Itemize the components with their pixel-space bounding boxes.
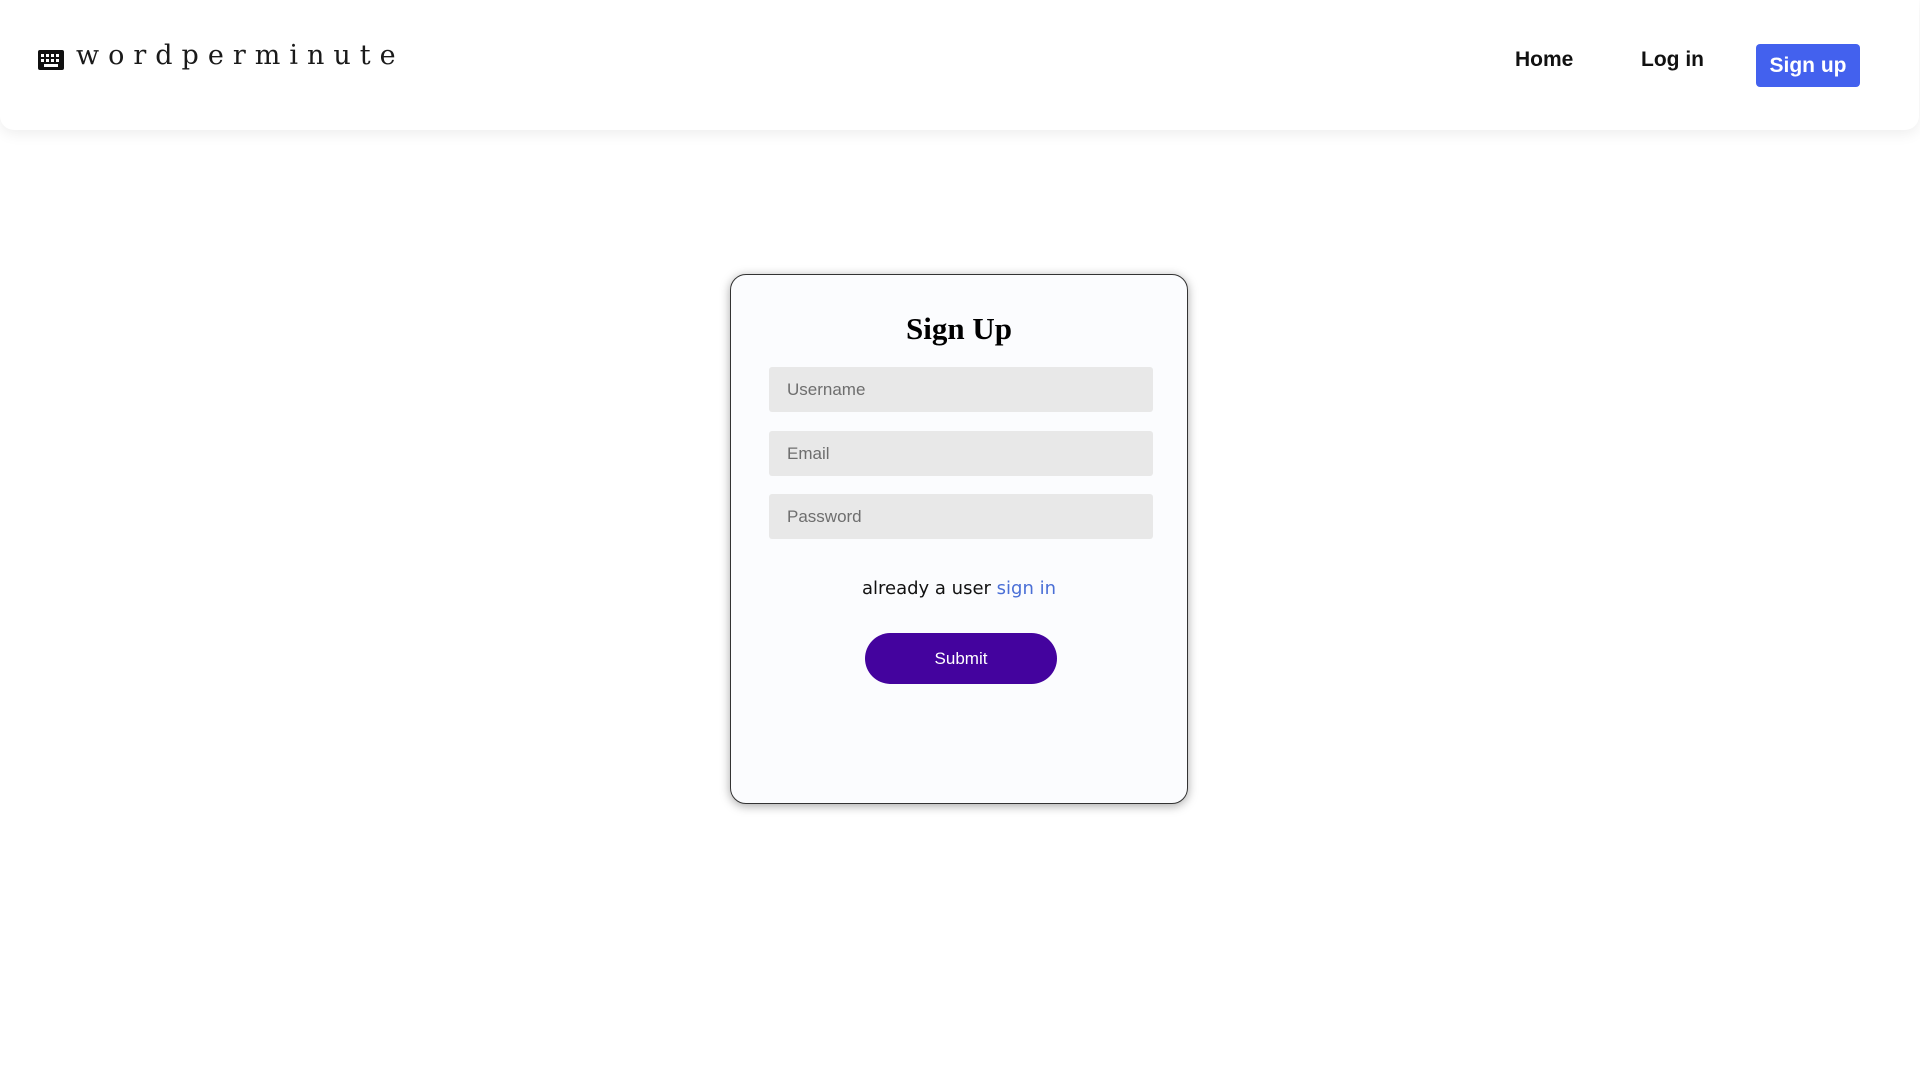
- signin-prompt: already a user sign in: [731, 578, 1187, 599]
- form-title: Sign Up: [906, 311, 1012, 346]
- brand-logo-link[interactable]: wordperminute: [38, 40, 405, 71]
- signin-link[interactable]: sign in: [997, 578, 1056, 599]
- nav-signup-button[interactable]: Sign up: [1756, 44, 1860, 87]
- submit-button[interactable]: Submit: [865, 633, 1057, 684]
- nav-home-link[interactable]: Home: [1515, 48, 1573, 72]
- username-input[interactable]: [769, 367, 1153, 412]
- brand-name: wordperminute: [76, 40, 405, 71]
- keyboard-icon: [38, 49, 64, 70]
- password-input[interactable]: [769, 494, 1153, 539]
- email-input[interactable]: [769, 431, 1153, 476]
- nav-login-link[interactable]: Log in: [1641, 48, 1704, 72]
- top-navbar: wordperminute Home Log in Sign up: [0, 0, 1919, 130]
- signup-card: Sign Up already a user sign in Submit: [730, 274, 1188, 804]
- signin-prompt-text: already a user: [861, 578, 991, 599]
